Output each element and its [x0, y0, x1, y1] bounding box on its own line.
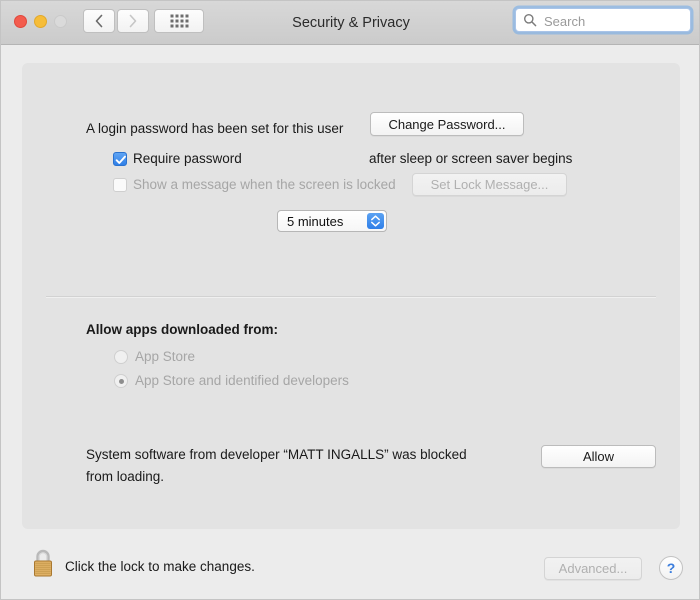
login-password-label: A login password has been set for this u… — [86, 121, 344, 136]
search-field[interactable] — [515, 8, 691, 33]
allow-apps-heading: Allow apps downloaded from: — [86, 322, 278, 337]
window-titlebar: Security & Privacy — [1, 1, 699, 45]
allow-blocked-software-button[interactable]: Allow — [541, 445, 656, 468]
security-privacy-window: Security & Privacy General FileVault Fir… — [0, 0, 700, 600]
require-password-label: Require password — [133, 151, 242, 166]
advanced-button[interactable]: Advanced... — [544, 557, 642, 580]
stepper-arrows-icon[interactable] — [367, 213, 384, 229]
section-divider — [46, 296, 656, 298]
show-lock-message-label: Show a message when the screen is locked — [133, 177, 396, 192]
radio-app-store-label: App Store — [135, 349, 196, 364]
show-lock-message-checkbox[interactable] — [113, 178, 127, 192]
require-password-delay-value: 5 minutes — [287, 214, 344, 229]
require-password-suffix: after sleep or screen saver begins — [369, 151, 573, 166]
blocked-software-line2: from loading. — [86, 469, 165, 484]
help-button[interactable]: ? — [659, 556, 683, 580]
general-pane: A login password has been set for this u… — [22, 63, 680, 529]
lock-hint-label: Click the lock to make changes. — [65, 559, 255, 574]
radio-app-store-and-identified-developers-label: App Store and identified developers — [135, 373, 349, 388]
radio-app-store[interactable] — [114, 350, 128, 364]
lock-closed-icon — [29, 549, 57, 584]
require-password-checkbox[interactable] — [113, 152, 127, 166]
radio-app-store-and-identified-developers[interactable] — [114, 374, 128, 388]
blocked-software-line1: System software from developer “MATT ING… — [86, 447, 467, 462]
change-password-button[interactable]: Change Password... — [370, 112, 524, 136]
search-input[interactable] — [542, 9, 688, 33]
set-lock-message-button[interactable]: Set Lock Message... — [412, 173, 567, 196]
search-icon — [523, 13, 537, 32]
require-password-delay-select[interactable]: 5 minutes — [277, 210, 387, 232]
radio-selected-dot — [118, 378, 124, 384]
lock-button[interactable] — [29, 546, 57, 580]
